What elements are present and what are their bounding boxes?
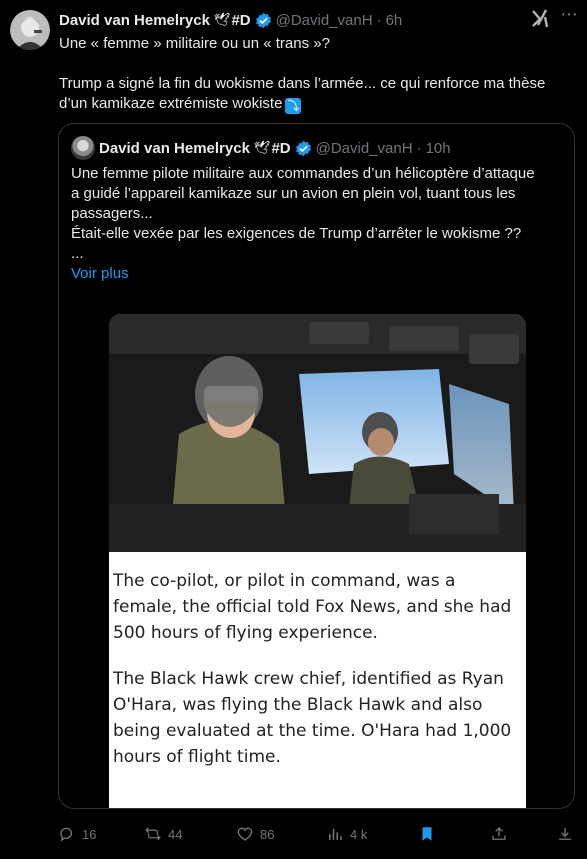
tweet-actions: 16 44 86 4 k: [58, 824, 578, 844]
analytics-icon: [329, 828, 342, 840]
bookmark-button[interactable]: [418, 824, 442, 844]
show-more-link[interactable]: Voir plus: [71, 265, 129, 282]
quote-author-name: David van Hemelryck: [99, 139, 250, 157]
like-button[interactable]: 86: [236, 824, 274, 844]
reply-icon: [60, 827, 73, 842]
separator-dot: ·: [416, 139, 422, 157]
tweet-text: Une « femme » militaire ou un « trans »?…: [59, 34, 569, 114]
share-icon: [492, 827, 506, 840]
quote-media-image[interactable]: The co-pilot, or pilot in command, was a…: [109, 314, 526, 808]
grok-icon[interactable]: [531, 8, 549, 28]
author-tag: #D: [231, 11, 251, 29]
quote-text: Une femme pilote militaire aux commandes…: [71, 165, 535, 262]
verified-badge-icon: [255, 12, 271, 28]
verified-badge-icon: [295, 140, 311, 156]
top-edge: [0, 0, 587, 4]
tweet-header: David van Hemelryck 🕊 #D @David_vanH · 6…: [59, 10, 577, 30]
repost-button[interactable]: 44: [144, 824, 182, 844]
dove-icon: 🕊: [253, 140, 271, 155]
arrow-down-icon: ⤵: [285, 98, 302, 114]
quote-avatar[interactable]: [71, 136, 95, 160]
repost-icon: [145, 827, 161, 841]
tweet-text-body: Une « femme » militaire ou un « trans »?…: [59, 35, 546, 112]
reply-count: 16: [82, 826, 97, 842]
cockpit-photo: [109, 314, 526, 552]
views-count: 4 k: [350, 826, 368, 842]
quote-time: 10h: [425, 139, 451, 157]
download-icon: [559, 828, 571, 840]
share-button[interactable]: [490, 824, 514, 844]
article-paragraph-2: The Black Hawk crew chief, identified as…: [113, 669, 512, 767]
reply-button[interactable]: 16: [58, 824, 96, 844]
avatar[interactable]: [10, 10, 50, 50]
like-count: 86: [260, 826, 275, 842]
separator-dot: ·: [376, 11, 382, 29]
heart-icon: [237, 827, 253, 841]
dove-icon: 🕊: [213, 12, 231, 27]
author-handle[interactable]: @David_vanH: [276, 12, 373, 29]
more-options-icon[interactable]: ···: [560, 4, 578, 28]
bookmark-icon: [422, 827, 432, 841]
author-name[interactable]: David van Hemelryck: [59, 12, 210, 29]
quote-header: David van Hemelryck 🕊 #D @David_vanH · 1…: [99, 138, 451, 158]
tweet-time[interactable]: 6h: [386, 12, 403, 29]
quote-author-handle: @David_vanH: [315, 139, 413, 157]
article-excerpt: The co-pilot, or pilot in command, was a…: [113, 568, 523, 790]
repost-count: 44: [168, 826, 183, 842]
views-button[interactable]: 4 k: [326, 824, 367, 844]
download-button[interactable]: [556, 824, 580, 844]
quoted-tweet[interactable]: David van Hemelryck 🕊 #D @David_vanH · 1…: [58, 123, 575, 809]
quote-author-tag: #D: [271, 139, 291, 157]
article-paragraph-1: The co-pilot, or pilot in command, was a…: [113, 571, 512, 643]
